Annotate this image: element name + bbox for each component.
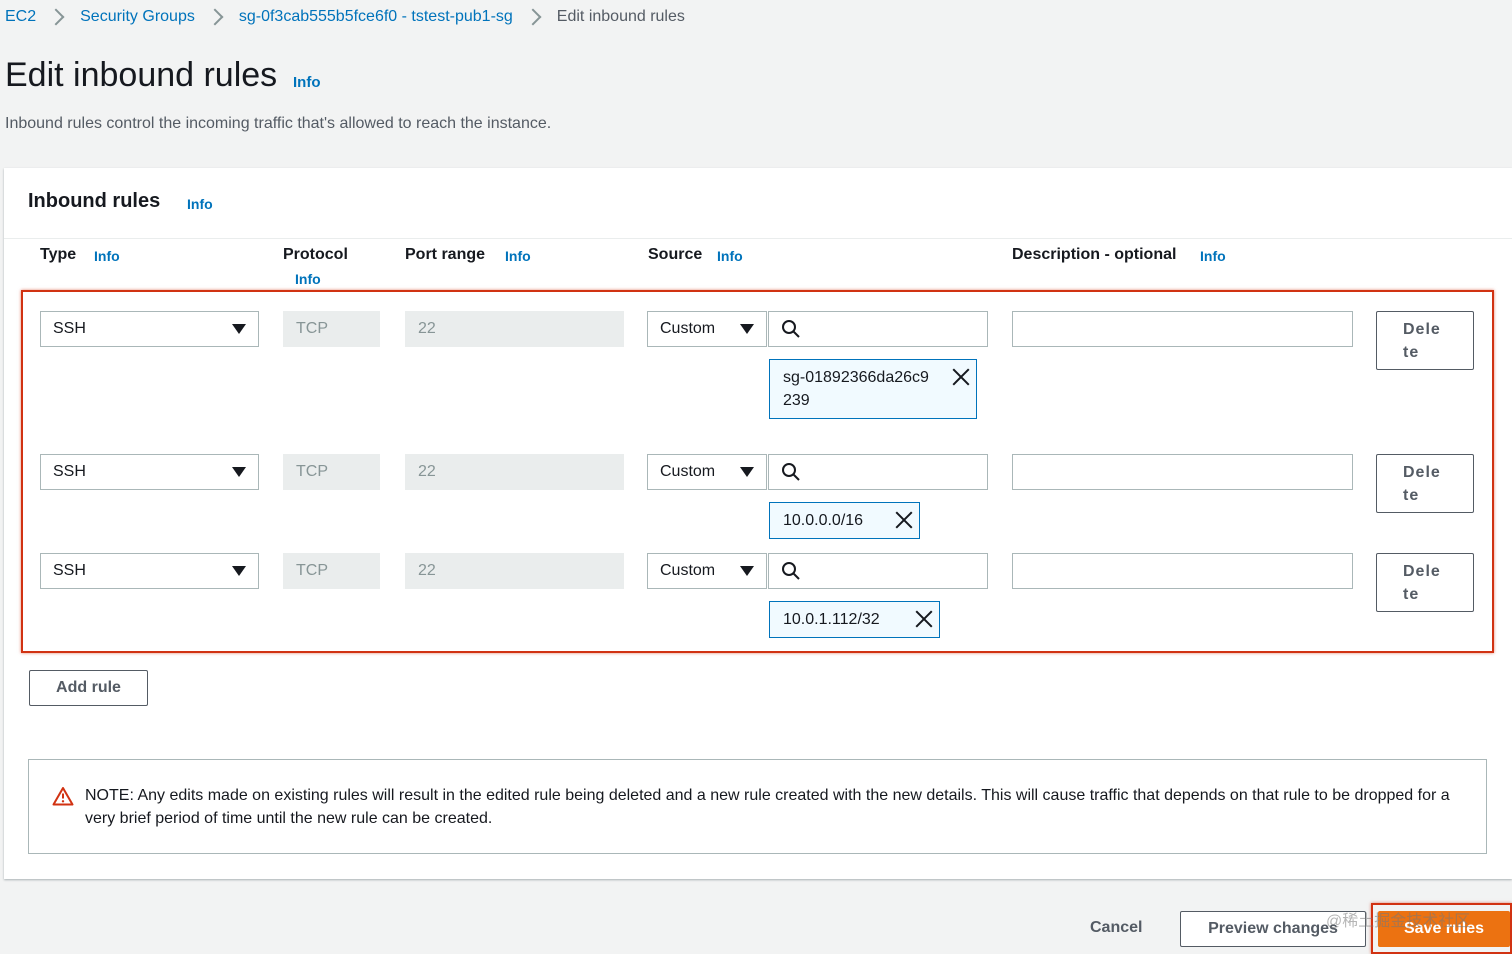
column-header-source: Source — [648, 246, 703, 263]
rule-1-protocol-field: TCP — [283, 311, 380, 347]
type-value: SSH — [53, 320, 86, 337]
caret-down-icon — [232, 467, 246, 477]
add-rule-button[interactable]: Add rule — [29, 670, 148, 706]
close-icon[interactable] — [915, 610, 933, 628]
watermark-text: @稀土掘金技术社区 — [1326, 913, 1471, 930]
breadcrumb-current: Edit inbound rules — [556, 8, 685, 25]
column-header-protocol: Protocol — [283, 246, 348, 263]
caret-down-icon — [232, 566, 246, 576]
rule-3-source-token: 10.0.1.112/32 — [769, 601, 940, 638]
rule-1-delete-button[interactable]: Delete — [1376, 311, 1474, 370]
column-header-port-range: Port range — [405, 246, 486, 263]
rule-2-protocol-field: TCP — [283, 454, 380, 490]
warning-note-text: NOTE: Any edits made on existing rules w… — [85, 787, 1450, 827]
type-value: SSH — [53, 463, 86, 480]
rule-2-source-type-select[interactable]: Custom — [647, 454, 767, 490]
chevron-right-icon — [47, 8, 65, 26]
token-label: 10.0.1.112/32 — [783, 611, 880, 628]
breadcrumb: EC2 Security Groups sg-0f3cab555b5fce6f0… — [5, 6, 685, 28]
rule-2-type-select[interactable]: SSH — [40, 454, 259, 490]
type-info-link[interactable]: Info — [94, 248, 120, 264]
rule-3-delete-button[interactable]: Delete — [1376, 553, 1474, 612]
token-label: 10.0.0.0/16 — [783, 512, 864, 529]
rule-1-source-type-select[interactable]: Custom — [647, 311, 767, 347]
source-info-link[interactable]: Info — [717, 248, 743, 264]
rule-1-type-select[interactable]: SSH — [40, 311, 259, 347]
chevron-right-icon — [206, 8, 224, 26]
close-icon[interactable] — [895, 511, 913, 529]
breadcrumb-security-groups-link[interactable]: Security Groups — [80, 8, 195, 26]
source-type-value: Custom — [660, 463, 716, 480]
panel-title: Inbound rules — [28, 190, 161, 212]
caret-down-icon — [740, 324, 754, 334]
warning-icon — [52, 787, 74, 806]
panel-header — [4, 168, 1512, 239]
rule-2-port-field: 22 — [405, 454, 624, 490]
port-range-info-link[interactable]: Info — [505, 248, 531, 264]
rule-3-type-select[interactable]: SSH — [40, 553, 259, 589]
rule-1-description-input[interactable] — [1012, 311, 1353, 347]
search-icon — [782, 463, 800, 481]
description-info-link[interactable]: Info — [1200, 248, 1226, 264]
caret-down-icon — [740, 566, 754, 576]
rule-1-port-field: 22 — [405, 311, 624, 347]
rule-1-source-token: sg-01892366da26c9239 — [769, 359, 977, 419]
rule-3-port-field: 22 — [405, 553, 624, 589]
rule-1-source-search-input[interactable] — [768, 311, 988, 347]
rule-3-description-input[interactable] — [1012, 553, 1353, 589]
source-type-value: Custom — [660, 320, 716, 337]
source-type-value: Custom — [660, 562, 716, 579]
rule-3-protocol-field: TCP — [283, 553, 380, 589]
panel-info-link[interactable]: Info — [187, 196, 213, 212]
search-icon — [782, 320, 800, 338]
rule-2-description-input[interactable] — [1012, 454, 1353, 490]
type-value: SSH — [53, 562, 86, 579]
token-label: sg-01892366da26c9239 — [783, 369, 929, 409]
page-subtitle: Inbound rules control the incoming traff… — [5, 115, 552, 132]
rule-2-source-token: 10.0.0.0/16 — [769, 502, 920, 539]
rule-3-source-type-select[interactable]: Custom — [647, 553, 767, 589]
page-title: Edit inbound rules — [5, 56, 278, 94]
caret-down-icon — [740, 467, 754, 477]
search-icon — [782, 562, 800, 580]
cancel-button[interactable]: Cancel — [1090, 919, 1142, 937]
page-info-link[interactable]: Info — [293, 74, 321, 91]
column-header-description: Description - optional — [1012, 246, 1177, 263]
close-icon[interactable] — [952, 368, 970, 386]
breadcrumb-security-group-link[interactable]: sg-0f3cab555b5fce6f0 - tstest-pub1-sg — [239, 8, 513, 26]
protocol-info-link[interactable]: Info — [295, 271, 321, 287]
breadcrumb-ec2-link[interactable]: EC2 — [5, 8, 36, 26]
caret-down-icon — [232, 324, 246, 334]
rule-2-source-search-input[interactable] — [768, 454, 988, 490]
column-header-type: Type — [40, 246, 77, 263]
rule-3-source-search-input[interactable] — [768, 553, 988, 589]
rule-2-delete-button[interactable]: Delete — [1376, 454, 1474, 513]
chevron-right-icon — [524, 8, 542, 26]
